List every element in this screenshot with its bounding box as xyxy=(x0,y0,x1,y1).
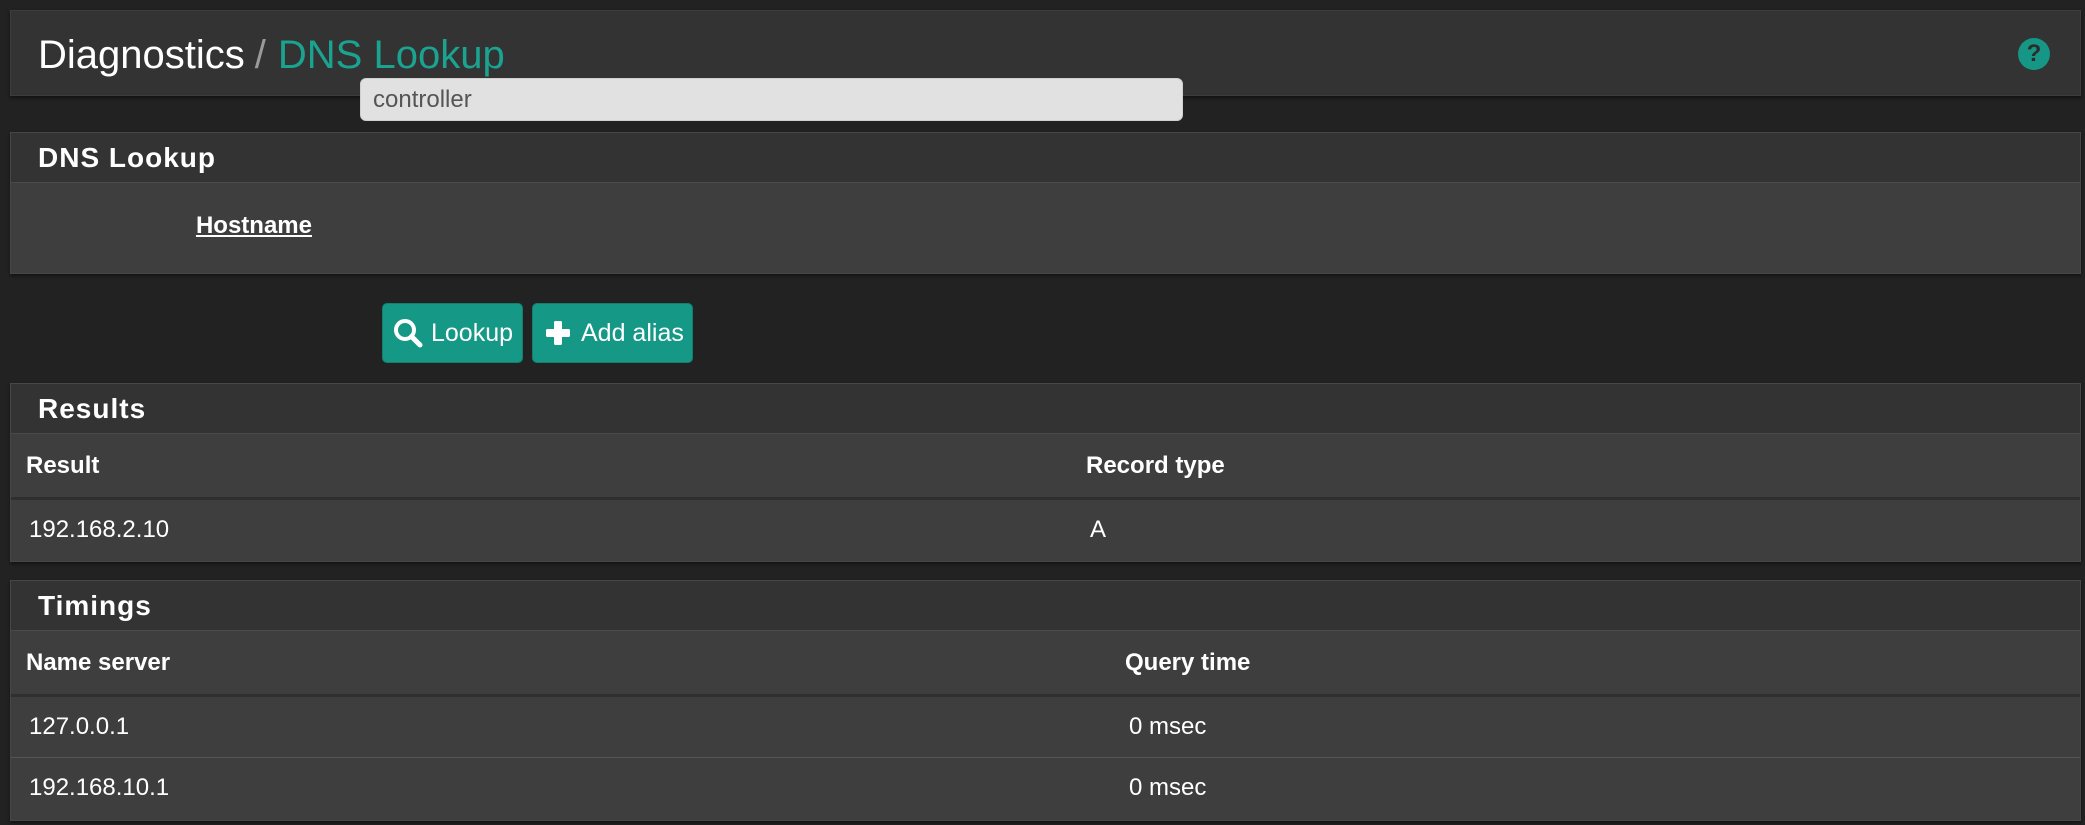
table-row: 192.168.2.10 A xyxy=(11,500,2080,560)
result-cell: 192.168.2.10 xyxy=(29,516,170,543)
results-panel-title: Results xyxy=(11,384,2080,434)
column-header-result: Result xyxy=(26,451,100,479)
timings-table-header: Name server Query time xyxy=(11,631,2080,697)
breadcrumb-root[interactable]: Diagnostics xyxy=(38,33,245,77)
plus-icon xyxy=(542,317,574,349)
lookup-button[interactable]: Lookup xyxy=(382,303,523,363)
search-icon xyxy=(392,317,424,349)
column-header-query-time: Query time xyxy=(1125,648,1251,676)
table-row: 127.0.0.1 0 msec xyxy=(11,697,2080,757)
dns-lookup-panel: DNS Lookup Hostname xyxy=(10,132,2081,274)
results-table-header: Result Record type xyxy=(11,434,2080,500)
lookup-button-label: Lookup xyxy=(431,318,514,347)
breadcrumb: Diagnostics / DNS Lookup xyxy=(38,31,505,79)
hostname-form-row: Hostname xyxy=(11,183,2080,273)
results-panel: Results Result Record type 192.168.2.10 … xyxy=(10,383,2081,562)
hostname-label: Hostname xyxy=(195,212,312,239)
help-icon[interactable]: ? xyxy=(2018,38,2050,70)
column-header-name-server: Name server xyxy=(26,648,171,676)
query-time-cell: 0 msec xyxy=(1129,713,1207,740)
record-type-cell: A xyxy=(1090,516,1107,543)
name-server-cell: 192.168.10.1 xyxy=(29,773,170,801)
hostname-input[interactable] xyxy=(360,78,1183,121)
breadcrumb-separator: / xyxy=(254,33,266,77)
table-row: 192.168.10.1 0 msec xyxy=(11,757,2080,817)
add-alias-button-label: Add alias xyxy=(581,318,684,347)
breadcrumb-current[interactable]: DNS Lookup xyxy=(278,33,505,77)
query-time-cell: 0 msec xyxy=(1129,773,1207,801)
column-header-record-type: Record type xyxy=(1086,451,1225,479)
page: Diagnostics / DNS Lookup ? DNS Lookup Host… xyxy=(0,0,2085,825)
dns-lookup-panel-title: DNS Lookup xyxy=(11,133,2080,183)
name-server-cell: 127.0.0.1 xyxy=(29,713,130,740)
add-alias-button[interactable]: Add alias xyxy=(532,303,693,363)
timings-panel: Timings Name server Query time 127.0.0.1… xyxy=(10,580,2081,821)
timings-panel-title: Timings xyxy=(11,581,2080,631)
